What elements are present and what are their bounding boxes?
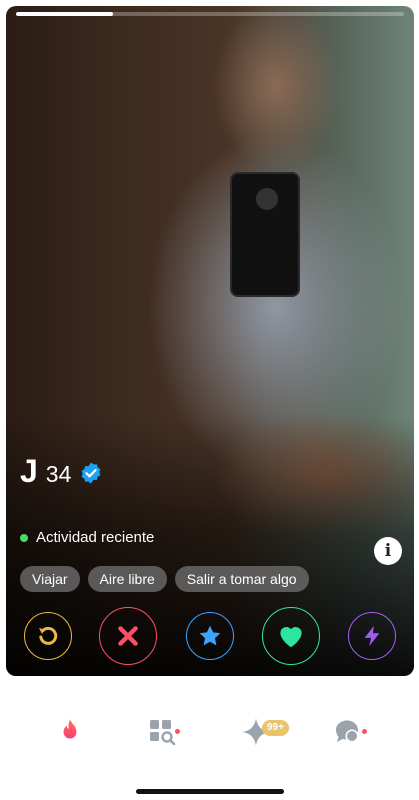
activity-label: Actividad reciente (36, 529, 155, 546)
close-icon (118, 626, 138, 646)
online-dot-icon (20, 533, 28, 542)
photo-progress-bar (16, 12, 404, 16)
profile-name-row: J 34 (20, 453, 103, 490)
rewind-button[interactable] (24, 612, 72, 660)
likes-count-badge: 99+ (262, 720, 289, 736)
interest-chip: Aire libre (87, 566, 167, 592)
explore-notification-dot (175, 729, 180, 734)
star-icon (199, 625, 221, 646)
interest-chip: Viajar (20, 566, 80, 592)
like-button[interactable] (262, 607, 320, 665)
home-indicator[interactable] (136, 789, 284, 794)
action-buttons (6, 606, 414, 668)
activity-status: Actividad reciente (20, 529, 154, 546)
boost-button[interactable] (348, 612, 396, 660)
bolt-icon (364, 625, 380, 647)
interest-chip: Salir a tomar algo (174, 566, 309, 592)
messages-notification-dot (362, 729, 367, 734)
explore-grid-icon (150, 720, 176, 745)
chat-icon (336, 720, 359, 743)
nope-button[interactable] (99, 607, 157, 665)
rewind-icon (39, 626, 58, 645)
super-like-button[interactable] (186, 612, 234, 660)
verified-icon (79, 458, 103, 487)
photo-phone-shape (230, 172, 300, 297)
flame-icon (63, 719, 77, 739)
profile-name: J (20, 453, 38, 489)
info-icon: i (384, 541, 392, 561)
tab-swipe[interactable] (50, 712, 90, 752)
photo-progress-fill (16, 12, 113, 16)
info-button[interactable]: i (374, 537, 402, 565)
bottom-tab-bar (0, 712, 419, 772)
profile-card[interactable]: J 34 Actividad reciente i Viajar Aire li… (6, 6, 414, 676)
profile-age: 34 (45, 461, 72, 487)
heart-icon (280, 627, 302, 648)
interest-chips: Viajar Aire libre Salir a tomar algo (20, 566, 309, 592)
